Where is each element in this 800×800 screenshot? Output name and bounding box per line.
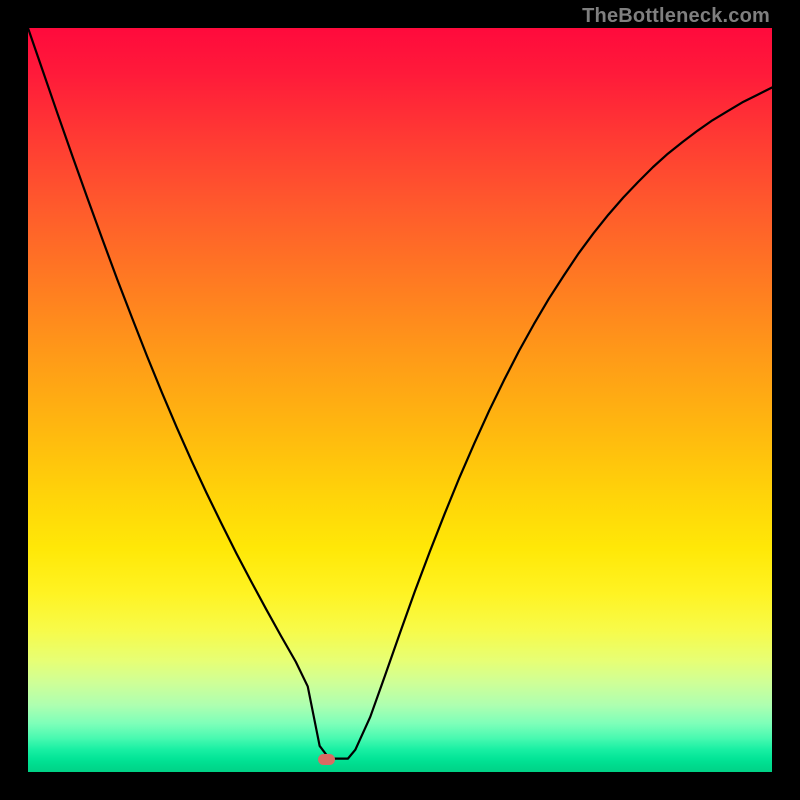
chart-frame: TheBottleneck.com [0, 0, 800, 800]
min-marker-icon [318, 754, 335, 765]
bottleneck-curve [28, 28, 772, 772]
watermark-text: TheBottleneck.com [582, 5, 770, 28]
plot-area [28, 28, 772, 772]
